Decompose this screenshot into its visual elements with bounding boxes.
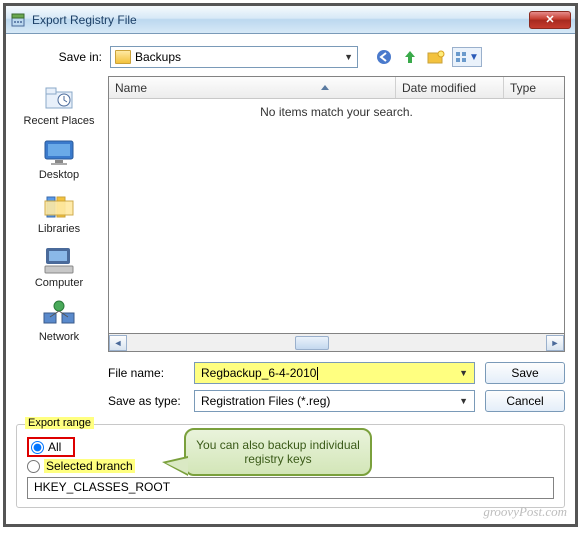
- save-in-combo[interactable]: Backups ▼: [110, 46, 358, 68]
- save-in-label: Save in:: [50, 50, 102, 64]
- place-libraries[interactable]: Libraries: [16, 188, 102, 238]
- radio-all[interactable]: All: [27, 437, 75, 457]
- back-icon[interactable]: [374, 47, 394, 67]
- horizontal-scrollbar[interactable]: ◄ ►: [108, 334, 565, 352]
- radio-selected-input[interactable]: [27, 460, 40, 473]
- desktop-icon: [41, 137, 77, 167]
- chevron-down-icon: ▼: [344, 52, 353, 62]
- empty-message: No items match your search.: [109, 99, 564, 119]
- folder-icon: [115, 50, 131, 64]
- place-computer[interactable]: Computer: [16, 242, 102, 292]
- scroll-right-icon[interactable]: ►: [546, 335, 564, 351]
- save-in-value: Backups: [135, 50, 181, 64]
- watermark: groovyPost.com: [483, 504, 567, 520]
- views-icon[interactable]: ▼: [452, 47, 482, 67]
- places-bar: Recent Places Desktop Libraries Computer…: [16, 76, 102, 412]
- filename-input[interactable]: Regbackup_6-4-2010 ▼: [194, 362, 475, 384]
- place-recent[interactable]: Recent Places: [16, 80, 102, 130]
- chevron-down-icon: ▼: [459, 368, 468, 378]
- place-desktop[interactable]: Desktop: [16, 134, 102, 184]
- app-icon: [10, 12, 26, 28]
- network-icon: [41, 299, 77, 329]
- annotation-callout: You can also backup individual registry …: [184, 428, 372, 476]
- libraries-icon: [41, 191, 77, 221]
- column-type[interactable]: Type: [504, 77, 564, 98]
- column-name[interactable]: Name: [109, 77, 396, 98]
- savetype-combo[interactable]: Registration Files (*.reg) ▼: [194, 390, 475, 412]
- scroll-left-icon[interactable]: ◄: [109, 335, 127, 351]
- chevron-down-icon: ▼: [459, 396, 468, 406]
- cancel-button[interactable]: Cancel: [485, 390, 565, 412]
- export-range-legend: Export range: [25, 417, 94, 429]
- scroll-thumb[interactable]: [295, 336, 329, 350]
- save-button[interactable]: Save: [485, 362, 565, 384]
- filename-label: File name:: [108, 366, 184, 380]
- computer-icon: [41, 245, 77, 275]
- savetype-label: Save as type:: [108, 394, 184, 408]
- window-title: Export Registry File: [32, 13, 529, 27]
- new-folder-icon[interactable]: [426, 47, 446, 67]
- place-network[interactable]: Network: [16, 296, 102, 346]
- branch-input[interactable]: HKEY_CLASSES_ROOT: [27, 477, 554, 499]
- radio-all-input[interactable]: [31, 441, 44, 454]
- file-list[interactable]: Name Date modified Type No items match y…: [108, 76, 565, 334]
- recent-places-icon: [41, 83, 77, 113]
- close-button[interactable]: ✕: [529, 11, 571, 29]
- titlebar: Export Registry File ✕: [6, 6, 575, 34]
- up-icon[interactable]: [400, 47, 420, 67]
- column-date[interactable]: Date modified: [396, 77, 504, 98]
